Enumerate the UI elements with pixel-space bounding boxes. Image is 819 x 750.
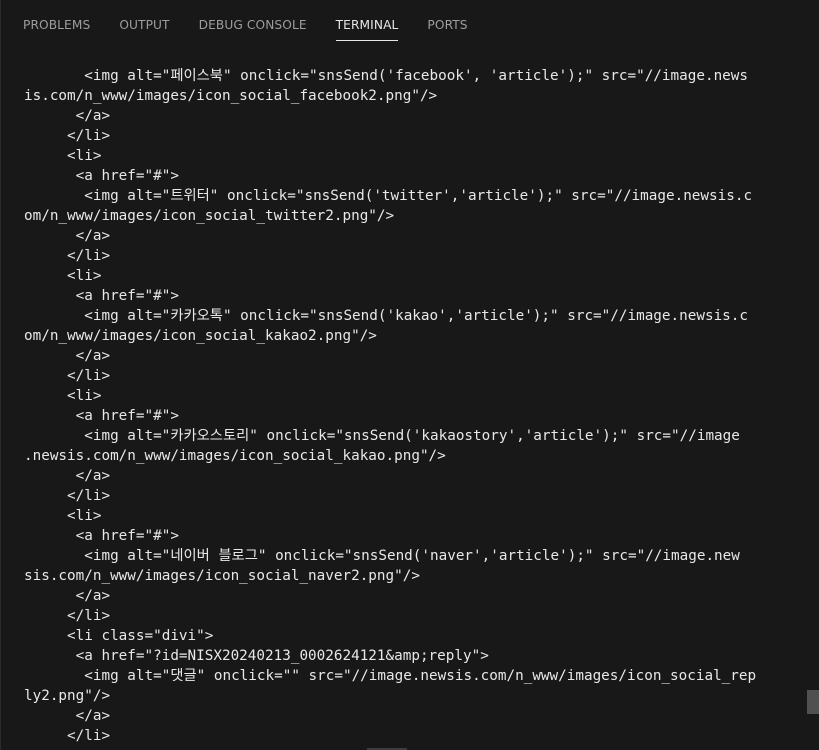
tab-ports[interactable]: PORTS [427,0,467,50]
terminal-line: .newsis.com/n_www/images/icon_social_kak… [24,448,446,464]
terminal-line: </a> [24,228,111,244]
terminal-line: <img alt="페이스북" onclick="snsSend('facebo… [24,68,748,84]
terminal-line: </li> [24,128,111,144]
terminal-line: <li> [24,508,102,524]
terminal-line: <a href="#"> [24,408,179,424]
panel-tab-bar: PROBLEMS OUTPUT DEBUG CONSOLE TERMINAL P… [1,0,819,50]
terminal-line: <img alt="카카오톡" onclick="snsSend('kakao'… [24,308,748,324]
terminal-line: </li> [24,248,111,264]
terminal-line: <img alt="네이버 블로그" onclick="snsSend('nav… [24,548,740,564]
terminal-line: </a> [24,108,111,124]
terminal-line: om/n_www/images/icon_social_kakao2.png"/… [24,328,377,344]
terminal-line: <a href="?id=NISX20240213_0002624121&amp… [24,648,489,664]
tab-terminal[interactable]: TERMINAL [335,0,399,50]
terminal-line: is.com/n_www/images/icon_social_facebook… [24,88,438,104]
terminal-line: </a> [24,588,111,604]
terminal-line: sis.com/n_www/images/icon_social_naver2.… [24,568,420,584]
tab-problems[interactable]: PROBLEMS [23,0,90,50]
terminal-line: <a href="#"> [24,168,179,184]
terminal-line: <img alt="댓글" onclick="" src="//image.ne… [24,668,757,684]
terminal-line: ly2.png"/> [24,688,111,704]
terminal-line: <img alt="트위터" onclick="snsSend('twitter… [24,188,753,204]
tab-output[interactable]: OUTPUT [119,0,169,50]
terminal-output[interactable]: <img alt="페이스북" onclick="snsSend('facebo… [24,66,800,750]
panel: PROBLEMS OUTPUT DEBUG CONSOLE TERMINAL P… [0,0,819,750]
terminal-line: <img alt="카카오스토리" onclick="snsSend('kaka… [24,428,740,444]
terminal-line: </a> [24,348,111,364]
terminal-line: </a> [24,708,111,724]
terminal-line: <li class="divi"> [24,628,214,644]
terminal-line: <li> [24,148,102,164]
terminal-scrollbar-thumb[interactable] [807,690,819,714]
terminal-line: <li> [24,268,102,284]
terminal-line: </li> [24,488,111,504]
terminal-line: om/n_www/images/icon_social_twitter2.png… [24,208,395,224]
terminal-line: <a href="#"> [24,288,179,304]
terminal-line: <a href="#"> [24,528,179,544]
terminal-line: </li> [24,368,111,384]
tab-debug-console[interactable]: DEBUG CONSOLE [199,0,307,50]
terminal-line: </a> [24,468,111,484]
terminal-line: </li> [24,608,111,624]
terminal-line: <li> [24,388,102,404]
terminal-line: </li> [24,728,111,744]
